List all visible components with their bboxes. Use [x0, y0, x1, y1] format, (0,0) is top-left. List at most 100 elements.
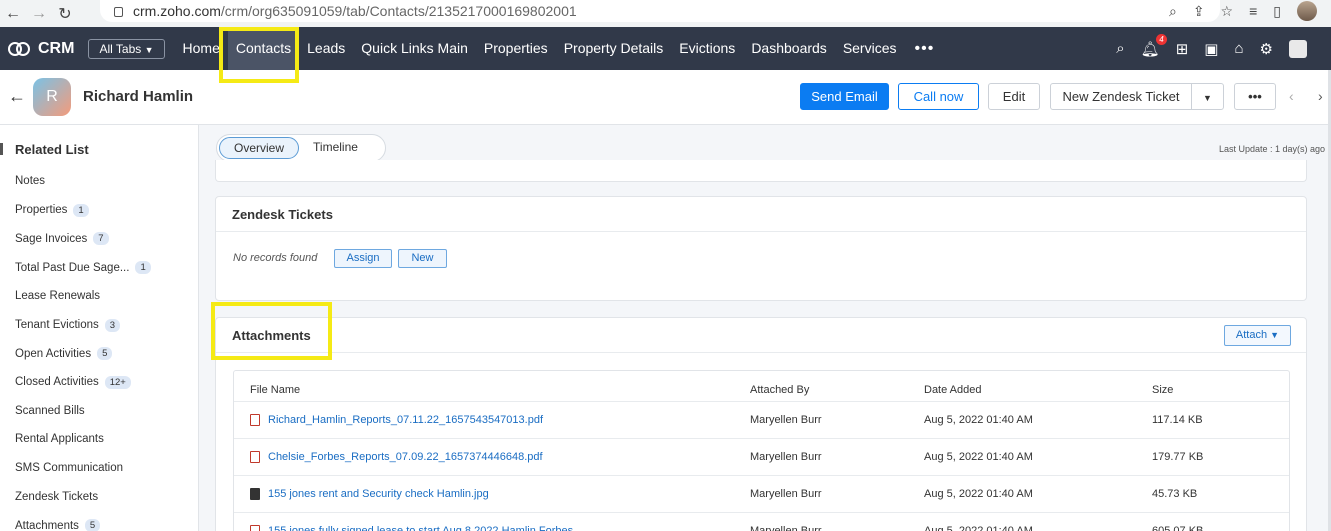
sidebar-item-label: Closed Activities: [15, 376, 99, 389]
zoom-icon[interactable]: ⌕: [1169, 3, 1177, 20]
file-name: Richard_Hamlin_Reports_07.11.22_16575435…: [268, 414, 543, 426]
sidebar-item[interactable]: Scanned Bills: [15, 405, 85, 417]
file-link[interactable]: Richard_Hamlin_Reports_07.11.22_16575435…: [250, 414, 543, 426]
back-icon[interactable]: ←: [0, 5, 26, 23]
new-zendesk-ticket-button[interactable]: New Zendesk Ticket: [1050, 83, 1192, 110]
call-now-button[interactable]: Call now: [898, 83, 979, 110]
file-name: 155 jones fully signed lease to start Au…: [268, 525, 574, 531]
size-cell: 605.07 KB: [1152, 525, 1204, 531]
sidebar-item-label: Scanned Bills: [15, 404, 85, 417]
reading-list-icon[interactable]: ≡: [1249, 3, 1257, 19]
attach-button[interactable]: Attach ▼: [1224, 325, 1291, 346]
crm-logo[interactable]: CRM: [8, 40, 74, 58]
more-tabs-icon[interactable]: •••: [905, 40, 945, 58]
lock-icon: [114, 7, 123, 17]
tab-properties[interactable]: Properties: [476, 27, 556, 70]
related-list-title: Related List: [15, 142, 89, 157]
attached-by-cell: Maryellen Burr: [750, 488, 822, 500]
reload-icon[interactable]: ↻: [52, 4, 78, 24]
search-icon[interactable]: ⌕: [1116, 40, 1124, 57]
collapse-handle[interactable]: [0, 143, 3, 155]
sidebar-item-label: Attachments: [15, 519, 79, 531]
add-record-icon[interactable]: ⊞: [1176, 40, 1189, 58]
tab-services[interactable]: Services: [835, 27, 905, 70]
browser-toolbar: ← → ↻ crm.zoho.com/crm/org635091059/tab/…: [0, 0, 1331, 27]
bell-icon[interactable]: 🔔︎ 4: [1141, 33, 1167, 58]
tab-dashboards[interactable]: Dashboards: [743, 27, 835, 70]
sidebar-item[interactable]: Zendesk Tickets: [15, 491, 98, 503]
next-record-icon[interactable]: ›: [1318, 88, 1323, 104]
tab-leads[interactable]: Leads: [299, 27, 353, 70]
tab-property-details[interactable]: Property Details: [556, 27, 672, 70]
attachments-card: Attachments Attach ▼ File Name Attached …: [215, 317, 1307, 531]
table-row: 155 jones fully signed lease to start Au…: [234, 512, 1289, 531]
tab-timeline[interactable]: Timeline: [299, 137, 372, 159]
file-link[interactable]: Chelsie_Forbes_Reports_07.09.22_16573744…: [250, 451, 543, 463]
sidebar-item-label: Total Past Due Sage...: [15, 261, 130, 274]
forward-icon[interactable]: →: [26, 5, 52, 23]
related-list-sidebar: Related List Notes Properties 1 Sage Invoic…: [0, 125, 199, 531]
tab-overview[interactable]: Overview: [219, 137, 300, 159]
send-email-button[interactable]: Send Email: [800, 83, 889, 110]
count-badge: 5: [97, 347, 113, 361]
crm-nav-bar: CRM All Tabs ▼ Home Contacts Leads Quick…: [0, 27, 1331, 70]
share-icon[interactable]: ⇪: [1193, 3, 1205, 20]
count-badge: 3: [104, 318, 121, 332]
count-badge: 5: [84, 519, 101, 531]
sidebar-icon[interactable]: ▯: [1273, 3, 1281, 20]
sidebar-item[interactable]: Total Past Due Sage... 1: [15, 261, 151, 275]
file-name: 155 jones rent and Security check Hamlin…: [268, 488, 489, 500]
attached-by-cell: Maryellen Burr: [750, 414, 822, 426]
marketplace-icon[interactable]: ⌂: [1234, 40, 1243, 57]
sidebar-item[interactable]: Tenant Evictions 3: [15, 318, 121, 332]
chevron-down-icon: ▼: [144, 44, 154, 55]
sidebar-item-label: Tenant Evictions: [15, 319, 99, 331]
sidebar-item[interactable]: Attachments 5: [15, 519, 101, 531]
new-ticket-button[interactable]: New: [398, 249, 447, 268]
contact-avatar: R: [33, 78, 71, 116]
zendesk-tickets-card: Zendesk Tickets No records found Assign …: [215, 196, 1307, 301]
previous-record-icon[interactable]: ‹: [1289, 88, 1294, 104]
sidebar-item[interactable]: Lease Renewals: [15, 290, 100, 302]
assign-button[interactable]: Assign: [334, 249, 392, 268]
contact-name: Richard Hamlin: [83, 88, 194, 105]
divider: [216, 231, 1306, 232]
file-link[interactable]: 155 jones rent and Security check Hamlin…: [250, 488, 489, 500]
table-row: Chelsie_Forbes_Reports_07.09.22_16573744…: [234, 438, 1289, 475]
sidebar-item[interactable]: Open Activities 5: [15, 347, 113, 361]
record-header: ← R Richard Hamlin Send Email Call now E…: [0, 70, 1331, 125]
column-file-name: File Name: [250, 384, 301, 396]
sidebar-item-label: SMS Communication: [15, 462, 124, 474]
count-badge: 1: [135, 261, 151, 275]
count-badge: 12+: [104, 375, 131, 389]
sidebar-item[interactable]: Rental Applicants: [15, 433, 104, 445]
count-badge: 7: [93, 232, 109, 246]
file-link[interactable]: 155 jones fully signed lease to start Au…: [250, 525, 573, 531]
sidebar-item[interactable]: Closed Activities 12+: [15, 375, 131, 389]
back-arrow-icon[interactable]: ←: [8, 86, 26, 107]
settings-gear-icon[interactable]: ⚙: [1260, 40, 1273, 58]
sidebar-item-label: Open Activities: [15, 347, 92, 360]
more-actions-button[interactable]: •••: [1234, 83, 1276, 110]
tab-evictions[interactable]: Evictions: [671, 27, 743, 70]
date-added-cell: Aug 5, 2022 01:40 AM: [924, 414, 1033, 426]
sidebar-item[interactable]: Notes: [15, 175, 45, 187]
calendar-icon[interactable]: ▣: [1204, 40, 1218, 58]
user-avatar[interactable]: [1289, 39, 1307, 58]
address-bar[interactable]: crm.zoho.com/crm/org635091059/tab/Contac…: [100, 0, 1220, 22]
profile-avatar[interactable]: [1297, 1, 1317, 21]
sidebar-item[interactable]: Sage Invoices 7: [15, 232, 109, 246]
sidebar-item-label: Lease Renewals: [15, 289, 101, 302]
bookmark-star-icon[interactable]: ☆: [1221, 3, 1234, 20]
edit-button[interactable]: Edit: [988, 83, 1040, 110]
ticket-options-dropdown[interactable]: ▼: [1191, 83, 1224, 110]
url-host: crm.zoho.com: [133, 3, 221, 19]
count-badge: 1: [73, 203, 89, 217]
sidebar-item[interactable]: Properties 1: [15, 203, 89, 217]
tab-quick-links-main[interactable]: Quick Links Main: [353, 27, 476, 70]
sidebar-item[interactable]: SMS Communication: [15, 462, 123, 474]
notification-count: 4: [1156, 33, 1167, 45]
all-tabs-button[interactable]: All Tabs ▼: [88, 38, 165, 59]
column-attached-by: Attached By: [750, 384, 810, 396]
attachments-title-highlight: [211, 302, 332, 360]
